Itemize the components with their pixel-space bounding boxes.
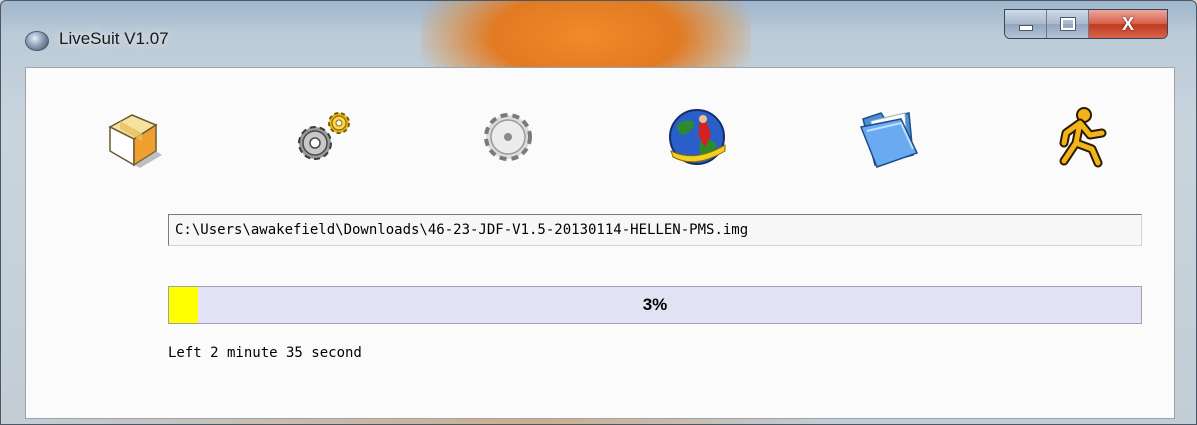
- caption-buttons: X: [1004, 9, 1168, 39]
- toolbar-button-open-folder[interactable]: [848, 92, 932, 182]
- gears-icon: [298, 112, 350, 160]
- running-man-icon: [1059, 107, 1107, 168]
- minimize-icon: [1018, 25, 1033, 31]
- gear-icon: [484, 113, 532, 161]
- window-title: LiveSuit V1.07: [59, 29, 169, 48]
- toolbar: [26, 92, 1174, 182]
- window-frame: LiveSuit V1.07 X C:\Users\awakefield\Dow…: [0, 0, 1197, 425]
- folder-icon: [859, 112, 919, 168]
- livesuit-icon: [25, 31, 49, 51]
- toolbar-button-web[interactable]: [656, 92, 740, 182]
- maximize-button[interactable]: [1047, 10, 1089, 38]
- client-area: C:\Users\awakefield\Downloads\46-23-JDF-…: [25, 67, 1175, 419]
- time-remaining-label: Left 2 minute 35 second: [168, 345, 362, 361]
- title-bar[interactable]: LiveSuit V1.07 X: [1, 1, 1196, 63]
- progress-label: 3%: [642, 295, 668, 314]
- image-path-field[interactable]: C:\Users\awakefield\Downloads\46-23-JDF-…: [168, 214, 1142, 246]
- toolbar-button-package[interactable]: [92, 92, 176, 182]
- toolbar-button-settings[interactable]: [282, 92, 366, 182]
- maximize-icon: [1059, 17, 1076, 31]
- minimize-button[interactable]: [1005, 10, 1047, 38]
- progress-bar: 3%: [168, 286, 1142, 324]
- close-button[interactable]: X: [1089, 10, 1167, 38]
- close-icon: X: [1121, 13, 1134, 34]
- toolbar-button-gear[interactable]: [466, 92, 550, 182]
- toolbar-button-run[interactable]: [1038, 92, 1122, 182]
- globe-surfer-icon: [669, 109, 726, 165]
- package-box-icon: [108, 114, 162, 168]
